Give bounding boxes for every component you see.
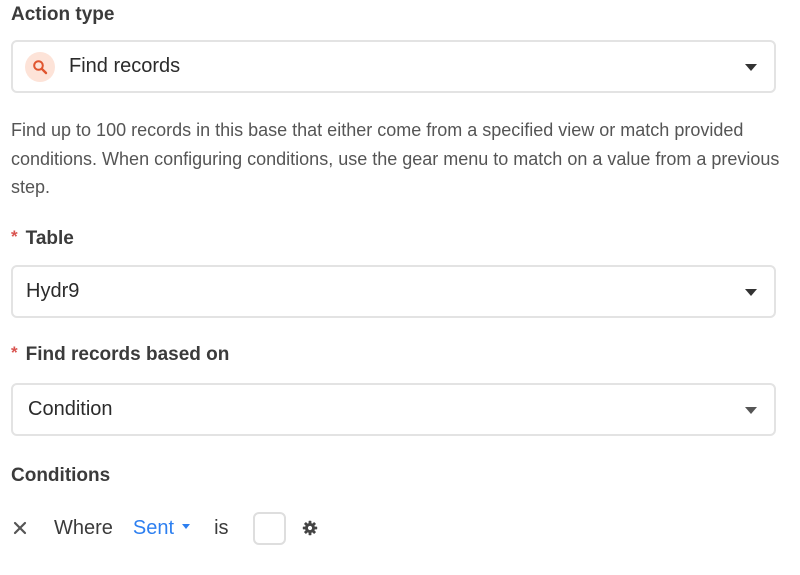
- condition-value-checkbox[interactable]: [252, 511, 286, 545]
- chevron-down-icon: [745, 63, 757, 71]
- action-type-label: Action type: [11, 4, 114, 26]
- conditions-label: Conditions: [11, 465, 110, 487]
- chevron-down-icon: [745, 406, 757, 414]
- close-icon[interactable]: [11, 519, 29, 537]
- find-based-on-select[interactable]: Condition: [11, 383, 776, 436]
- find-based-on-value: Condition: [28, 398, 113, 420]
- required-indicator: *: [11, 227, 18, 246]
- condition-row: Where Sent is: [11, 509, 319, 547]
- find-based-on-label-text: Find records based on: [25, 344, 230, 365]
- gear-icon[interactable]: [301, 519, 319, 537]
- action-type-label-text: Action type: [11, 4, 115, 25]
- action-type-value: Find records: [69, 55, 181, 77]
- search-icon: [25, 51, 55, 82]
- condition-prefix: Where: [54, 516, 113, 539]
- table-value: Hydr9: [26, 280, 80, 302]
- table-select[interactable]: Hydr9: [11, 265, 776, 318]
- conditions-label-text: Conditions: [11, 465, 111, 486]
- condition-field-select[interactable]: Sent: [132, 516, 191, 540]
- caret-down-icon: [182, 523, 191, 529]
- action-description: Find up to 100 records in this base that…: [11, 120, 780, 197]
- chevron-down-icon: [745, 288, 757, 296]
- table-label: * Table: [11, 227, 74, 250]
- table-label-text: Table: [25, 228, 74, 249]
- action-type-select[interactable]: Find records: [11, 40, 776, 93]
- condition-field-value: Sent: [132, 516, 175, 539]
- find-based-on-label: * Find records based on: [11, 343, 230, 366]
- required-indicator: *: [11, 343, 18, 362]
- condition-operator: is: [214, 516, 229, 539]
